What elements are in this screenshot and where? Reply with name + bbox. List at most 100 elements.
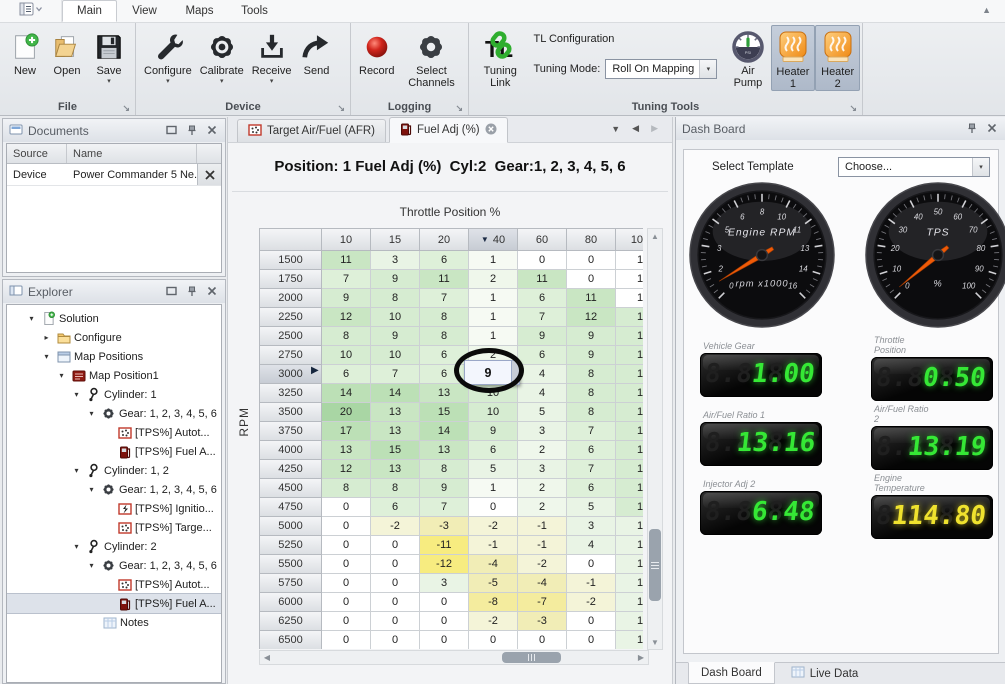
grid-cell[interactable]: 7 xyxy=(371,365,420,384)
grid-cell[interactable]: 6 xyxy=(518,289,567,308)
device-dialog-launcher-icon[interactable]: ↘ xyxy=(337,104,345,113)
new-button[interactable]: New xyxy=(4,25,46,77)
grid-column-header[interactable]: 10 xyxy=(322,229,371,251)
grid-row-header[interactable]: 3750 xyxy=(260,422,322,441)
grid-cell[interactable]: -2 xyxy=(518,555,567,574)
grid-cell[interactable]: 0 xyxy=(322,631,371,649)
grid-row-header[interactable]: 5750 xyxy=(260,574,322,593)
ribbon-tab-maps[interactable]: Maps xyxy=(172,0,227,22)
grid-column-header[interactable]: 80 xyxy=(567,229,616,251)
grid-cell[interactable]: -8 xyxy=(469,593,518,612)
grid-cell[interactable]: 15 xyxy=(420,403,469,422)
grid-cell[interactable]: 8 xyxy=(567,365,616,384)
collapse-arrow-icon[interactable]: ▾ xyxy=(70,542,83,551)
grid-cell[interactable]: 10 xyxy=(469,403,518,422)
grid-cell[interactable]: 9 xyxy=(371,327,420,346)
scroll-down-icon[interactable]: ▼ xyxy=(648,635,662,649)
grid-cell[interactable]: 8 xyxy=(420,308,469,327)
air-pump-button[interactable]: PSI Air Pump xyxy=(725,25,770,89)
grid-column-header[interactable]: 60 xyxy=(518,229,567,251)
grid-row-header[interactable]: 1500 xyxy=(260,251,322,270)
grid-cell[interactable]: -1 xyxy=(567,574,616,593)
grid-cell[interactable]: 2 xyxy=(518,479,567,498)
grid-cell[interactable]: 8 xyxy=(420,460,469,479)
grid-column-header-clipped[interactable]: 100 xyxy=(616,229,643,251)
grid-cell[interactable]: -3 xyxy=(518,612,567,631)
grid-cell[interactable]: 6 xyxy=(518,346,567,365)
grid-cell-clipped[interactable]: 1 xyxy=(616,498,643,517)
collapse-arrow-icon[interactable]: ▾ xyxy=(70,466,83,475)
grid-cell[interactable]: 10 xyxy=(371,346,420,365)
grid-row-header[interactable]: 1750 xyxy=(260,270,322,289)
grid-cell[interactable]: 7 xyxy=(420,498,469,517)
ribbon-tab-view[interactable]: View xyxy=(117,0,172,22)
grid-cell[interactable]: 1 xyxy=(469,289,518,308)
grid-row-header[interactable]: 6000 xyxy=(260,593,322,612)
ribbon-tab-main[interactable]: Main xyxy=(62,0,117,22)
tab-list-dropdown-icon[interactable]: ▼ xyxy=(611,124,620,134)
grid-row-header[interactable]: 6250 xyxy=(260,612,322,631)
maximize-icon[interactable] xyxy=(164,125,179,136)
grid-cell[interactable]: -2 xyxy=(567,593,616,612)
tree-item[interactable]: ▾Cylinder: 1, 2 xyxy=(7,461,221,480)
grid-cell[interactable]: -4 xyxy=(518,574,567,593)
grid-cell[interactable]: 0 xyxy=(322,536,371,555)
grid-cell[interactable]: 3 xyxy=(518,460,567,479)
tab-live-data[interactable]: Live Data xyxy=(779,663,871,684)
grid-cell[interactable]: 12 xyxy=(322,308,371,327)
grid-cell[interactable]: -7 xyxy=(518,593,567,612)
grid-row-header[interactable]: 4750 xyxy=(260,498,322,517)
grid-row-header[interactable]: 2000 xyxy=(260,289,322,308)
grid-vertical-scrollbar[interactable]: ▲ ▼ xyxy=(647,228,663,650)
grid-cell[interactable]: 1 xyxy=(469,251,518,270)
grid-row-header[interactable]: 5500 xyxy=(260,555,322,574)
tree-item[interactable]: [TPS%] Fuel A... xyxy=(7,442,221,461)
heater-1-button[interactable]: Heater 1 xyxy=(771,25,816,91)
grid-cell[interactable]: -2 xyxy=(371,517,420,536)
grid-row-header[interactable]: 6500 xyxy=(260,631,322,649)
grid-cell[interactable]: -1 xyxy=(518,536,567,555)
tree-item[interactable]: ▾Map Position1 xyxy=(7,366,221,385)
grid-cell[interactable]: 3 xyxy=(567,517,616,536)
grid-row-header[interactable]: 2500 xyxy=(260,327,322,346)
receive-button[interactable]: Receive ▾ xyxy=(248,25,296,85)
grid-column-header[interactable]: 20 xyxy=(420,229,469,251)
document-row[interactable]: Device Power Commander 5 Ne... xyxy=(7,164,221,186)
maximize-icon[interactable] xyxy=(164,286,179,297)
tree-item[interactable]: [TPS%] Ignitio... xyxy=(7,499,221,518)
grid-cell[interactable]: 4 xyxy=(518,365,567,384)
grid-row-header[interactable]: 4000 xyxy=(260,441,322,460)
grid-cell[interactable]: 6 xyxy=(420,251,469,270)
grid-cell[interactable]: 2 xyxy=(469,270,518,289)
grid-cell[interactable]: 0 xyxy=(371,574,420,593)
grid-horizontal-scrollbar[interactable]: ◀ ▶ xyxy=(259,650,649,665)
grid-cell[interactable]: 8 xyxy=(322,327,371,346)
grid-row-header[interactable]: 4500 xyxy=(260,479,322,498)
grid-cell[interactable]: 14 xyxy=(371,384,420,403)
grid-column-header[interactable]: 15 xyxy=(371,229,420,251)
grid-cell[interactable]: 4 xyxy=(567,536,616,555)
tree-item[interactable]: ▾Cylinder: 2 xyxy=(7,537,221,556)
grid-row-header[interactable]: 5000 xyxy=(260,517,322,536)
grid-cell[interactable]: 8 xyxy=(420,327,469,346)
tree-item[interactable]: [TPS%] Autot... xyxy=(7,575,221,594)
grid-cell[interactable]: -11 xyxy=(420,536,469,555)
documents-column-name[interactable]: Name xyxy=(67,144,197,163)
logging-dialog-launcher-icon[interactable]: ↘ xyxy=(455,104,463,113)
expand-arrow-icon[interactable]: ▸ xyxy=(40,333,53,342)
send-button[interactable]: Send xyxy=(295,25,337,77)
grid-cell[interactable]: 13 xyxy=(371,403,420,422)
template-select[interactable]: Choose... ▾ xyxy=(838,157,990,177)
scroll-tabs-right-icon[interactable]: ▶ xyxy=(651,123,658,134)
grid-cell[interactable]: 1 xyxy=(469,308,518,327)
tuning-tools-dialog-launcher-icon[interactable]: ↘ xyxy=(849,104,857,113)
calibrate-dropdown-icon[interactable]: ▾ xyxy=(220,78,224,85)
close-icon[interactable] xyxy=(984,123,999,134)
heater-2-button[interactable]: Heater 2 xyxy=(815,25,860,91)
tree-item[interactable]: ▾Solution xyxy=(7,309,221,328)
tab-close-icon[interactable] xyxy=(485,123,497,138)
grid-cell-clipped[interactable]: 1 xyxy=(616,441,643,460)
grid-cell[interactable]: 0 xyxy=(567,612,616,631)
grid-cell[interactable]: 3 xyxy=(371,251,420,270)
grid-cell-clipped[interactable]: 1 xyxy=(616,479,643,498)
